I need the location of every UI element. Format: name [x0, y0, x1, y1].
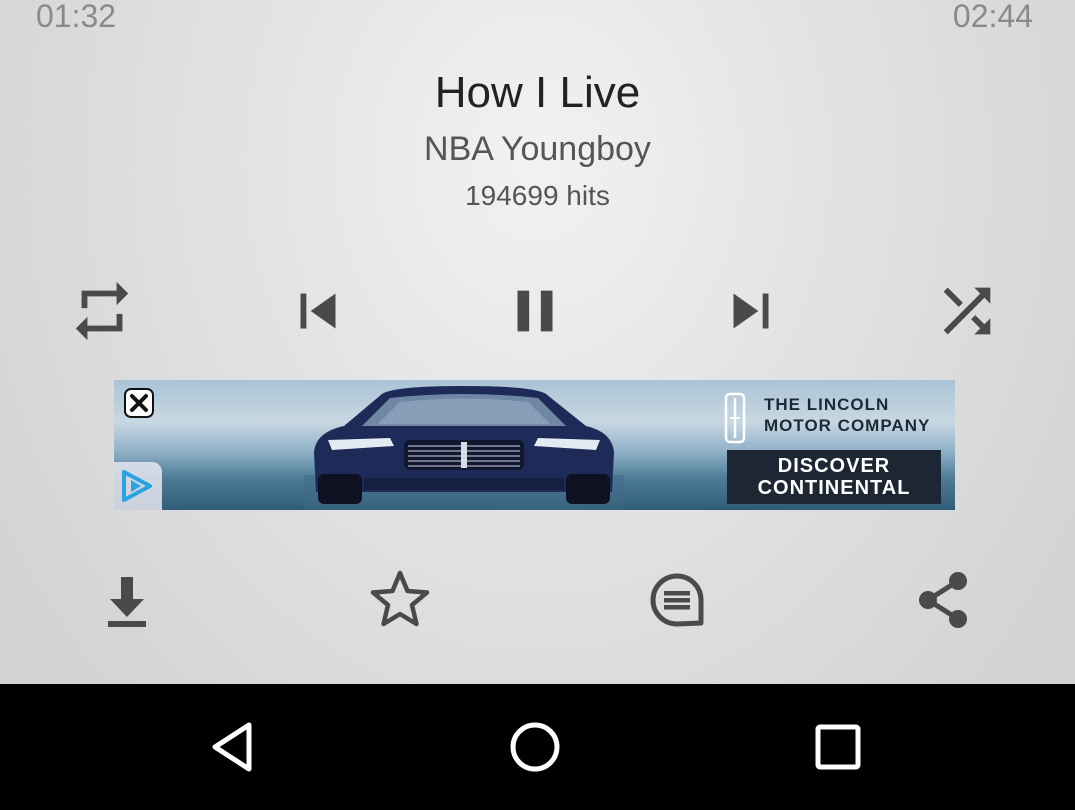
ad-cta-line: CONTINENTAL	[757, 477, 911, 499]
repeat-icon	[75, 281, 129, 341]
ad-brand-line: THE LINCOLN	[764, 395, 890, 414]
shuffle-button[interactable]	[932, 276, 1002, 346]
recents-button[interactable]	[808, 717, 868, 777]
ad-banner[interactable]: THE LINCOLN MOTOR COMPANY DISCOVER CONTI…	[114, 380, 955, 510]
comment-icon	[650, 573, 704, 627]
skip-previous-icon	[300, 293, 336, 329]
pause-button[interactable]	[500, 276, 570, 346]
back-button[interactable]	[205, 717, 265, 777]
ad-brand-text: THE LINCOLN MOTOR COMPANY	[764, 394, 930, 436]
download-icon	[108, 577, 146, 627]
player-screen: 01:32 02:44 How I Live NBA Youngboy 1946…	[0, 0, 1075, 684]
home-circle-icon	[510, 722, 560, 772]
total-time: 02:44	[952, 0, 1033, 34]
repeat-button[interactable]	[67, 276, 137, 346]
artist-name: NBA Youngboy	[424, 130, 651, 168]
ad-play-icon	[122, 470, 152, 502]
pause-icon	[517, 290, 553, 332]
back-triangle-icon	[212, 722, 252, 772]
star-icon	[370, 570, 430, 627]
next-button[interactable]	[716, 276, 786, 346]
close-icon	[124, 388, 154, 418]
comments-button[interactable]	[642, 565, 712, 635]
share-button[interactable]	[908, 565, 978, 635]
ad-brand-line: MOTOR COMPANY	[764, 416, 931, 435]
hit-count: 194699 hits	[465, 180, 610, 211]
elapsed-time: 01:32	[36, 0, 117, 34]
lincoln-logo-icon	[724, 392, 746, 444]
download-button[interactable]	[92, 565, 162, 635]
navigation-bar	[0, 684, 1075, 810]
car-image	[304, 386, 624, 510]
recents-square-icon	[815, 724, 861, 770]
skip-next-icon	[733, 293, 769, 329]
share-icon	[919, 572, 967, 628]
ad-cta-line: DISCOVER	[777, 455, 891, 477]
favorite-button[interactable]	[365, 565, 435, 635]
ad-close-button[interactable]	[122, 386, 156, 420]
home-button[interactable]	[505, 717, 565, 777]
shuffle-icon	[943, 287, 991, 335]
previous-button[interactable]	[283, 276, 353, 346]
ad-discover-button[interactable]: DISCOVER CONTINENTAL	[727, 450, 941, 504]
song-title: How I Live	[434, 68, 641, 117]
ad-choices-button[interactable]	[114, 462, 162, 510]
